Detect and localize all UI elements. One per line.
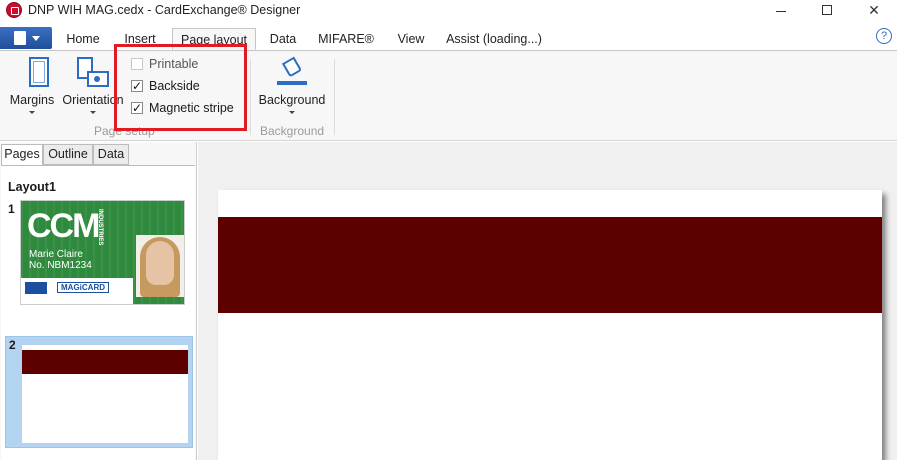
margins-dropdown-icon — [29, 111, 35, 114]
margins-icon — [29, 57, 49, 87]
group-separator — [334, 59, 335, 135]
minimize-icon — [776, 10, 786, 12]
maximize-button[interactable] — [804, 0, 850, 20]
close-button[interactable]: ✕ — [851, 0, 897, 20]
orientation-dropdown-icon — [90, 111, 96, 114]
thumbnail-magnetic-stripe — [22, 350, 188, 374]
app-logo-icon — [6, 2, 22, 18]
card-footer: MAGiCARD — [21, 278, 133, 304]
document-icon — [14, 31, 26, 45]
background-dropdown-icon — [289, 111, 295, 114]
page-list: Layout1 1 CCM INDUSTRIES Marie Claire No… — [1, 165, 195, 460]
page-thumbnail-back-selected[interactable]: 2 — [5, 336, 193, 448]
background-label: Background — [258, 93, 326, 107]
magicard-logo: MAGiCARD — [57, 282, 109, 293]
tab-mifare[interactable]: MIFARE® — [314, 28, 378, 50]
page-thumbnail-front[interactable]: CCM INDUSTRIES Marie Claire No. NBM1234 … — [20, 200, 185, 305]
tab-data[interactable]: Data — [264, 28, 302, 50]
window-title: DNP WIH MAG.cedx - CardExchange® Designe… — [28, 3, 301, 17]
margins-label: Margins — [9, 93, 55, 107]
magnetic-stripe[interactable] — [218, 217, 882, 313]
title-bar: DNP WIH MAG.cedx - CardExchange® Designe… — [0, 0, 897, 20]
paint-bucket-icon — [277, 56, 307, 87]
cardholder-id: No. NBM1234 — [29, 260, 92, 271]
group-separator — [250, 59, 251, 135]
background-button[interactable]: Background — [256, 51, 328, 121]
layout-title: Layout1 — [8, 180, 56, 194]
tab-home[interactable]: Home — [60, 28, 106, 50]
cardholder-name: Marie Claire — [29, 249, 83, 260]
caret-down-icon — [32, 36, 40, 41]
close-icon: ✕ — [868, 1, 880, 18]
tab-data-pane[interactable]: Data — [93, 144, 129, 165]
minimize-button[interactable] — [758, 0, 804, 20]
background-group-label: Background — [260, 124, 325, 138]
tab-view[interactable]: View — [390, 28, 432, 50]
page-thumbnail-back — [22, 345, 188, 443]
file-menu-button[interactable] — [0, 27, 52, 49]
design-canvas[interactable] — [198, 142, 897, 460]
orientation-icon — [77, 57, 109, 89]
help-icon[interactable]: ? — [876, 28, 892, 44]
margins-button[interactable]: Margins — [8, 51, 56, 121]
brand-subtitle: INDUSTRIES — [97, 209, 103, 246]
cardholder-photo — [136, 235, 184, 297]
page-number: 1 — [8, 202, 15, 216]
pages-pane: Pages Outline Data Layout1 1 CCM INDUSTR… — [0, 142, 197, 460]
tab-pages[interactable]: Pages — [1, 144, 43, 166]
tab-assist[interactable]: Assist (loading...) — [444, 28, 544, 50]
highlight-annotation — [114, 44, 247, 131]
maximize-icon — [822, 5, 832, 15]
brand-logo: CCM — [27, 207, 100, 245]
tab-outline[interactable]: Outline — [43, 144, 93, 165]
card-backside[interactable] — [218, 190, 882, 460]
page-number: 2 — [9, 338, 16, 352]
partner-logo-icon — [25, 282, 47, 294]
